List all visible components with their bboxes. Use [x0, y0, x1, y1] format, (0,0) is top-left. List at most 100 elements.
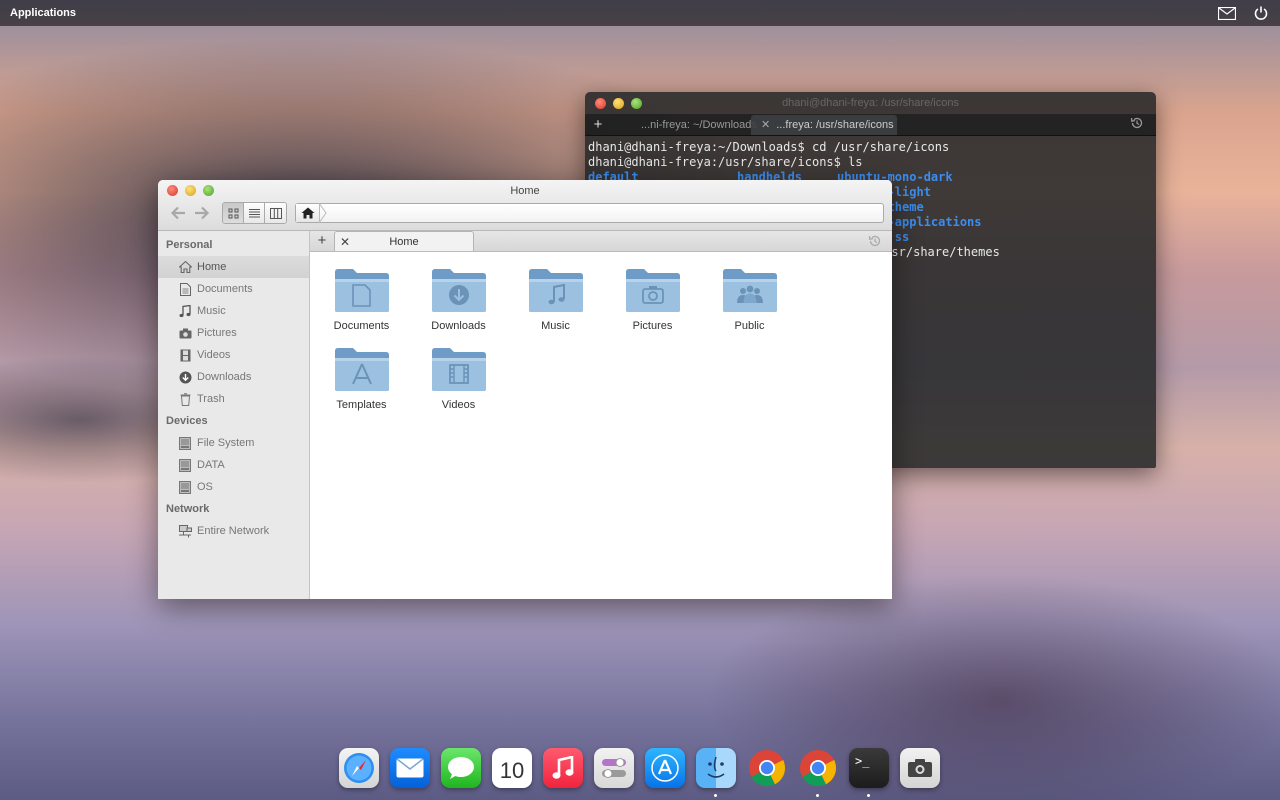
- maximize-button[interactable]: [203, 185, 214, 196]
- terminal-icon[interactable]: >_: [849, 748, 889, 797]
- forward-button[interactable]: [190, 203, 214, 223]
- mail-icon[interactable]: [390, 748, 430, 788]
- folder-label: Documents: [333, 320, 390, 332]
- maximize-button[interactable]: [631, 97, 642, 109]
- sidebar-item-documents[interactable]: Documents: [158, 278, 309, 300]
- terminal-title: dhani@dhani-freya: /usr/share/icons: [782, 97, 959, 109]
- chromium-icon[interactable]: [798, 748, 838, 797]
- sidebar-item-label: Videos: [197, 349, 231, 361]
- close-tab-icon[interactable]: ✕: [335, 235, 355, 249]
- sidebar-item-home[interactable]: Home: [158, 256, 309, 278]
- sidebar-heading-network[interactable]: Network: [158, 498, 309, 520]
- terminal-tab-active[interactable]: ✕ ...freya: /usr/share/icons: [751, 114, 897, 135]
- file-manager-window[interactable]: Home Personal Home Documents Music Pictu…: [158, 180, 892, 599]
- screenshot-icon[interactable]: [900, 748, 940, 788]
- sidebar-item-label: Pictures: [197, 327, 237, 339]
- folder-label: Public: [734, 320, 765, 332]
- folder-label: Downloads: [431, 320, 486, 332]
- files-headerbar[interactable]: Home: [158, 180, 892, 231]
- new-tab-button[interactable]: +: [585, 116, 611, 133]
- mail-icon[interactable]: [1218, 6, 1236, 20]
- icon-view-button[interactable]: [223, 203, 244, 223]
- files-toolbar: [166, 202, 884, 224]
- app-store-icon[interactable]: [645, 748, 685, 788]
- power-icon[interactable]: [1252, 6, 1270, 20]
- terminal-tabbar: + ...ni-freya: ~/Downloads ✕ ...freya: /…: [585, 114, 1156, 136]
- sidebar-item-entire-network[interactable]: Entire Network: [158, 520, 309, 542]
- close-button[interactable]: [595, 97, 606, 109]
- sidebar-item-downloads[interactable]: Downloads: [158, 366, 309, 388]
- sidebar-item-label: Documents: [197, 283, 253, 295]
- minimize-button[interactable]: [613, 97, 624, 109]
- folder-icon: [528, 269, 583, 312]
- home-icon: [178, 260, 192, 274]
- sidebar-item-music[interactable]: Music: [158, 300, 309, 322]
- folder-label: Templates: [336, 399, 387, 411]
- sidebar-item-trash[interactable]: Trash: [158, 388, 309, 410]
- drive-icon: [178, 480, 192, 494]
- terminal-tab[interactable]: ...ni-freya: ~/Downloads: [611, 115, 757, 135]
- settings-icon[interactable]: [594, 748, 634, 788]
- sidebar-item-label: Home: [197, 261, 227, 273]
- applications-menu[interactable]: Applications: [10, 7, 76, 19]
- close-button[interactable]: [167, 185, 178, 196]
- folder-icon: [334, 269, 389, 312]
- terminal-tab-label: ...ni-freya: ~/Downloads: [641, 118, 757, 131]
- close-tab-icon[interactable]: ✕: [761, 118, 770, 131]
- running-indicator: [867, 794, 870, 797]
- camera-icon: [178, 326, 192, 340]
- folder-label: Pictures: [632, 320, 673, 332]
- calendar-date: 10: [499, 758, 525, 783]
- tab-home[interactable]: ✕ Home: [334, 231, 474, 251]
- column-view-button[interactable]: [265, 203, 286, 223]
- new-tab-button[interactable]: +: [310, 231, 334, 251]
- sidebar-item-label: Trash: [197, 393, 225, 405]
- folder-downloads[interactable]: Downloads: [410, 266, 507, 344]
- sidebar-item-label: File System: [197, 437, 255, 449]
- sidebar-item-label: DATA: [197, 459, 225, 471]
- path-bar[interactable]: [295, 203, 884, 223]
- back-button[interactable]: [166, 203, 190, 223]
- history-icon[interactable]: [1130, 116, 1144, 133]
- drive-icon: [178, 458, 192, 472]
- sidebar-item-os[interactable]: OS: [158, 476, 309, 498]
- running-indicator: [816, 794, 819, 797]
- tab-label: Home: [389, 235, 419, 248]
- file-view[interactable]: + ✕ Home Documents Downloads Music Pictu…: [310, 231, 892, 599]
- sidebar-heading-devices[interactable]: Devices: [158, 410, 309, 432]
- minimize-button[interactable]: [185, 185, 196, 196]
- network-icon: [178, 524, 192, 538]
- film-icon: [178, 348, 192, 362]
- music-icon: [178, 304, 192, 318]
- folder-pictures[interactable]: Pictures: [604, 266, 701, 344]
- home-icon[interactable]: [296, 204, 320, 222]
- folder-public[interactable]: Public: [701, 266, 798, 344]
- folder-grid: Documents Downloads Music Pictures Publi…: [310, 252, 892, 599]
- view-switcher: [222, 202, 287, 224]
- folder-icon: [625, 269, 680, 312]
- terminal-line: dhani@dhani-freya:/usr/share/icons$ ls: [588, 155, 863, 169]
- sidebar-item-pictures[interactable]: Pictures: [158, 322, 309, 344]
- folder-icon: [334, 348, 389, 391]
- terminal-line: dhani@dhani-freya:~/Downloads$ cd /usr/s…: [588, 140, 950, 154]
- folder-label: Music: [541, 320, 570, 332]
- folder-music[interactable]: Music: [507, 266, 604, 344]
- sidebar-item-file-system[interactable]: File System: [158, 432, 309, 454]
- safari-icon[interactable]: [339, 748, 379, 788]
- list-view-button[interactable]: [244, 203, 265, 223]
- folder-templates[interactable]: Templates: [313, 345, 410, 423]
- terminal-titlebar[interactable]: dhani@dhani-freya: /usr/share/icons: [585, 92, 1156, 114]
- folder-documents[interactable]: Documents: [313, 266, 410, 344]
- chrome-icon[interactable]: [747, 748, 787, 788]
- messages-icon[interactable]: [441, 748, 481, 788]
- sidebar-heading-personal[interactable]: Personal: [158, 234, 309, 256]
- folder-videos[interactable]: Videos: [410, 345, 507, 423]
- sidebar-item-videos[interactable]: Videos: [158, 344, 309, 366]
- trash-icon: [178, 392, 192, 406]
- music-icon[interactable]: [543, 748, 583, 788]
- sidebar-item-data[interactable]: DATA: [158, 454, 309, 476]
- calendar-icon[interactable]: 10: [492, 748, 532, 788]
- top-panel: Applications: [0, 0, 1280, 26]
- history-icon[interactable]: [868, 234, 882, 251]
- finder-icon[interactable]: [696, 748, 736, 797]
